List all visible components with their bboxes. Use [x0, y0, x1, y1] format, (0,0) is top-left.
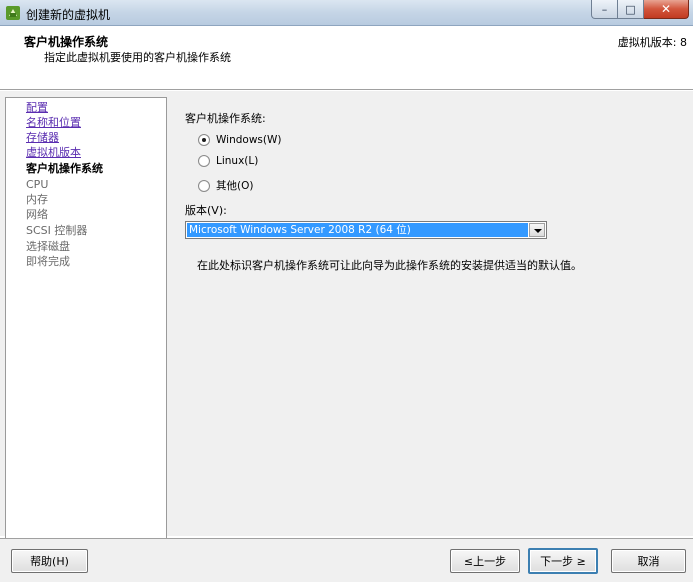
version-selected-value: Microsoft Windows Server 2008 R2 (64 位) — [187, 223, 528, 237]
radio-linux[interactable] — [198, 155, 210, 167]
maximize-button[interactable]: □ — [618, 0, 644, 19]
wizard-header: 客户机操作系统 指定此虚拟机要使用的客户机操作系统 虚拟机版本: 8 — [0, 27, 693, 90]
next-button[interactable]: 下一步 ≥ — [528, 548, 598, 574]
step-ready-complete: 即将完成 — [26, 255, 70, 268]
wizard-steps-nav: 配置 名称和位置 存储器 虚拟机版本 客户机操作系统 CPU 内存 网络 SCS… — [5, 97, 167, 539]
step-select-disk: 选择磁盘 — [26, 240, 70, 253]
help-button[interactable]: 帮助(H) — [11, 549, 88, 573]
minimize-button[interactable]: – — [591, 0, 618, 19]
wizard-footer: 帮助(H) ≤上一步 下一步 ≥ 取消 — [0, 538, 693, 582]
version-dropdown[interactable]: Microsoft Windows Server 2008 R2 (64 位) — [185, 221, 547, 239]
page-title: 客户机操作系统 — [24, 35, 109, 49]
step-network: 网络 — [26, 208, 48, 221]
step-config[interactable]: 配置 — [26, 101, 48, 114]
back-button[interactable]: ≤上一步 — [450, 549, 520, 573]
step-name-location[interactable]: 名称和位置 — [26, 116, 81, 129]
dropdown-arrow-icon[interactable] — [529, 223, 545, 237]
window-controls: – □ ✕ — [591, 0, 689, 20]
vm-version-label: 虚拟机版本: 8 — [617, 36, 687, 49]
version-label: 版本(V): — [185, 204, 227, 217]
vsphere-app-icon — [6, 6, 20, 20]
window-title: 创建新的虚拟机 — [26, 8, 111, 22]
close-button[interactable]: ✕ — [644, 0, 689, 19]
step-memory: 内存 — [26, 193, 48, 206]
step-guest-os: 客户机操作系统 — [26, 162, 103, 175]
radio-windows[interactable] — [198, 134, 210, 146]
radio-other-label: 其他(O) — [216, 180, 254, 192]
step-storage[interactable]: 存储器 — [26, 131, 59, 144]
main-panel: 客户机操作系统: Windows(W) Linux(L) 其他(O) 版本(V)… — [168, 97, 688, 537]
page-subtitle: 指定此虚拟机要使用的客户机操作系统 — [44, 51, 231, 64]
radio-linux-label: Linux(L) — [216, 155, 259, 167]
cancel-button[interactable]: 取消 — [611, 549, 686, 573]
step-vm-version[interactable]: 虚拟机版本 — [26, 146, 81, 159]
guest-os-hint: 在此处标识客户机操作系统可让此向导为此操作系统的安装提供适当的默认值。 — [197, 259, 582, 272]
title-bar: 创建新的虚拟机 – □ ✕ — [0, 0, 693, 26]
os-option-linux[interactable]: Linux(L) — [198, 155, 258, 167]
step-cpu: CPU — [26, 178, 49, 191]
guest-os-label: 客户机操作系统: — [185, 112, 266, 125]
step-scsi-controller: SCSI 控制器 — [26, 224, 88, 237]
radio-other[interactable] — [198, 179, 210, 192]
os-option-other[interactable]: 其他(O) — [198, 178, 253, 193]
radio-windows-label: Windows(W) — [216, 134, 282, 146]
os-option-windows[interactable]: Windows(W) — [198, 134, 281, 146]
